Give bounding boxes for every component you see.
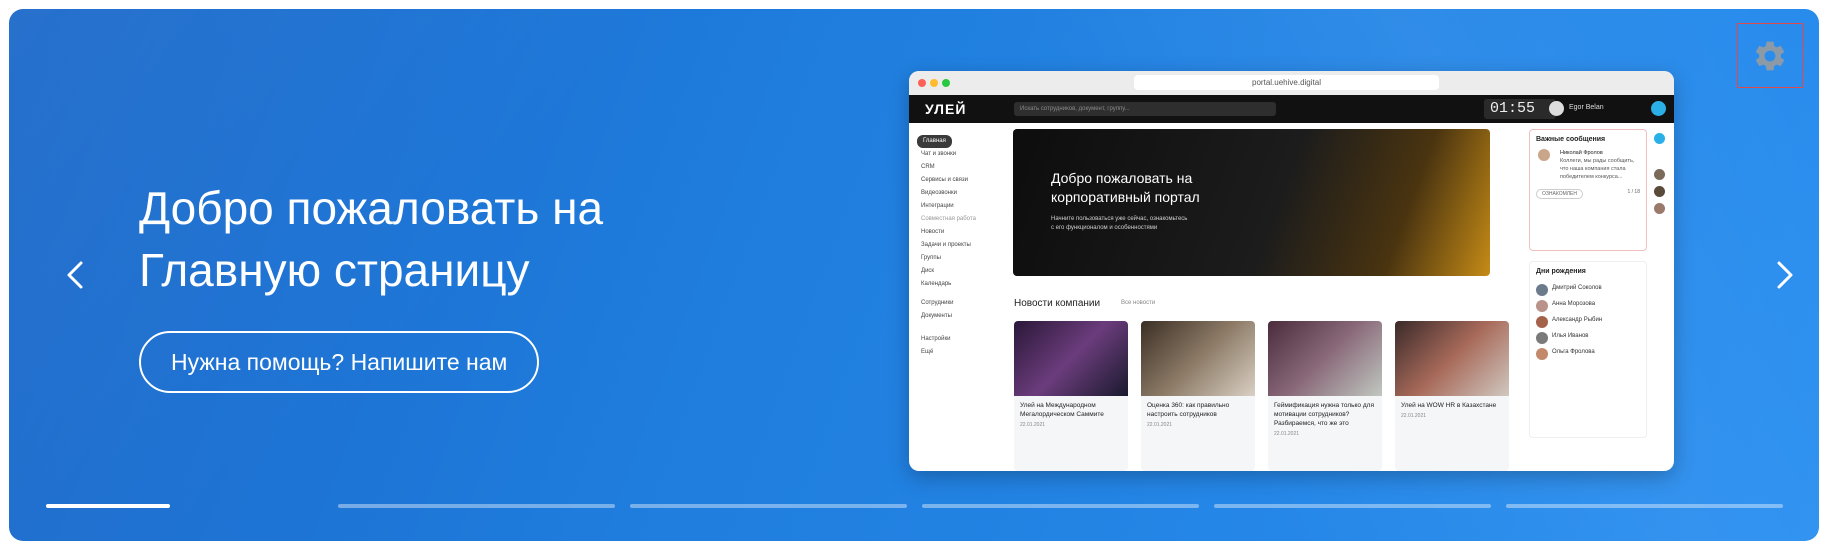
preview-nav-item: Совместная работа	[921, 216, 976, 222]
preview-news-card: Оценка 360: как правильно настроить сотр…	[1141, 321, 1255, 471]
preview-sidebar-icon	[1654, 186, 1665, 197]
preview-birthday-name: Александр Рыбин	[1552, 317, 1603, 323]
settings-button[interactable]	[1737, 23, 1803, 88]
welcome-banner: Добро пожаловать на Главную страницу Нуж…	[9, 9, 1819, 541]
minimize-dot-icon	[930, 79, 938, 87]
preview-user-name: Egor Belan	[1569, 104, 1604, 111]
preview-card-date: 22.01.2021	[1401, 413, 1427, 419]
preview-nav-item: Сотрудники	[921, 300, 954, 306]
preview-birthday-item: Ольга Фролова	[1530, 345, 1646, 361]
preview-important-title: Важные сообщения	[1536, 136, 1606, 143]
preview-nav-item: Задачи и проекты	[921, 242, 971, 248]
help-contact-button[interactable]: Нужна помощь? Напишите нам	[139, 331, 540, 393]
preview-birthday-item: Дмитрий Соколов	[1530, 281, 1646, 297]
close-dot-icon	[918, 79, 926, 87]
preview-logo: УЛЕЙ	[925, 101, 967, 117]
preview-nav-item: Видеозвонки	[921, 190, 957, 196]
carousel-prev-button[interactable]	[55, 247, 95, 303]
preview-card-title: Оценка 360: как правильно настроить сотр…	[1147, 402, 1230, 418]
preview-nav-item: CRM	[921, 164, 935, 170]
preview-clock: 01:55	[1484, 99, 1556, 119]
carousel-indicator-2[interactable]	[338, 504, 615, 508]
preview-url: portal.uehive.digital	[1134, 75, 1439, 90]
preview-birthdays-title: Дни рождения	[1536, 268, 1586, 275]
preview-sidebar-icon	[1654, 169, 1665, 180]
preview-nav: Главная Чат и звонки CRM Сервисы и связи…	[917, 129, 995, 359]
portal-preview-image: portal.uehive.digital УЛЕЙ Искать сотруд…	[909, 71, 1674, 471]
carousel-indicator-3[interactable]	[630, 504, 907, 508]
preview-hero-subtitle: Начните пользоваться уже сейчас, ознаком…	[1051, 216, 1188, 231]
preview-news-card: Геймификация нужна только для мотивации …	[1268, 321, 1382, 471]
preview-hero-title: Добро пожаловать на корпоративный портал	[1051, 170, 1200, 205]
preview-user-avatar	[1549, 101, 1564, 116]
preview-card-title: Геймификация нужна только для мотивации …	[1274, 402, 1374, 427]
preview-hero: Добро пожаловать на корпоративный портал…	[1013, 129, 1490, 276]
preview-important-text: Коллеги, мы рады сообщить, что наша комп…	[1560, 158, 1635, 180]
preview-nav-item: Интеграции	[921, 203, 954, 209]
carousel-indicator-5[interactable]	[1214, 504, 1491, 508]
preview-nav-item: Ещё	[921, 349, 934, 355]
carousel-indicator-1[interactable]	[46, 504, 170, 508]
preview-nav-item: Новости	[921, 229, 945, 235]
preview-notification-icon	[1651, 101, 1666, 116]
chevron-right-icon	[1777, 261, 1793, 289]
carousel-indicator-4[interactable]	[922, 504, 1199, 508]
gear-icon	[1755, 41, 1785, 70]
carousel-indicators	[9, 504, 1819, 510]
preview-birthday-item: Александр Рыбин	[1530, 313, 1646, 329]
preview-sidebar-icon	[1654, 133, 1665, 144]
preview-important-pager: 1 / 18	[1627, 189, 1640, 195]
preview-birthday-name: Анна Морозова	[1552, 301, 1596, 307]
maximize-dot-icon	[942, 79, 950, 87]
preview-card-title: Улей на WOW HR в Казахстане	[1401, 402, 1497, 409]
preview-important-message: Николай Фролов Коллеги, мы рады сообщить…	[1530, 149, 1646, 185]
preview-card-date: 22.01.2021	[1020, 422, 1046, 428]
preview-important-button: ОЗНАКОМЛЕН	[1536, 189, 1583, 199]
preview-birthday-item: Илья Иванов	[1530, 329, 1646, 345]
preview-important-author: Николай Фролов	[1560, 150, 1603, 156]
preview-birthday-name: Дмитрий Соколов	[1552, 285, 1602, 291]
preview-nav-item: Документы	[921, 313, 952, 319]
preview-header: УЛЕЙ Искать сотрудников, документ, групп…	[909, 95, 1674, 123]
preview-sidebar-icon	[1654, 203, 1665, 214]
preview-nav-item: Настройки	[921, 336, 951, 342]
preview-card-date: 22.01.2021	[1274, 431, 1300, 437]
preview-news-card: Улей на WOW HR в Казахстане 22.01.2021	[1395, 321, 1509, 471]
preview-birthday-name: Ольга Фролова	[1552, 349, 1595, 355]
preview-news-card: Улей на Международном Мегалордическом Са…	[1014, 321, 1128, 471]
preview-nav-item: Диск	[921, 268, 935, 274]
preview-nav-item: Главная	[917, 135, 952, 148]
preview-card-date: 22.01.2021	[1147, 422, 1173, 428]
preview-nav-item: Группы	[921, 255, 941, 261]
preview-card-title: Улей на Международном Мегалордическом Са…	[1020, 402, 1104, 418]
carousel-indicator-6[interactable]	[1506, 504, 1783, 508]
preview-browser-toolbar: portal.uehive.digital	[909, 71, 1674, 96]
preview-nav-item: Календарь	[921, 281, 952, 287]
carousel-next-button[interactable]	[1765, 247, 1805, 303]
preview-nav-item: Чат и звонки	[921, 151, 957, 157]
preview-important-panel: Важные сообщения Николай Фролов Коллеги,…	[1529, 129, 1647, 251]
preview-birthday-name: Илья Иванов	[1552, 333, 1589, 339]
preview-search: Искать сотрудников, документ, группу...	[1014, 102, 1276, 116]
preview-news-title: Новости компании	[1014, 298, 1101, 309]
banner-title: Добро пожаловать на Главную страницу	[139, 182, 604, 296]
preview-nav-item: Сервисы и связи	[921, 177, 969, 183]
preview-news-all-link: Все новости	[1121, 300, 1156, 306]
preview-birthdays-panel: Дни рождения Дмитрий Соколов Анна Морозо…	[1529, 261, 1647, 438]
preview-birthday-item: Анна Морозова	[1530, 297, 1646, 313]
avatar	[1538, 149, 1550, 161]
chevron-left-icon	[67, 261, 83, 289]
